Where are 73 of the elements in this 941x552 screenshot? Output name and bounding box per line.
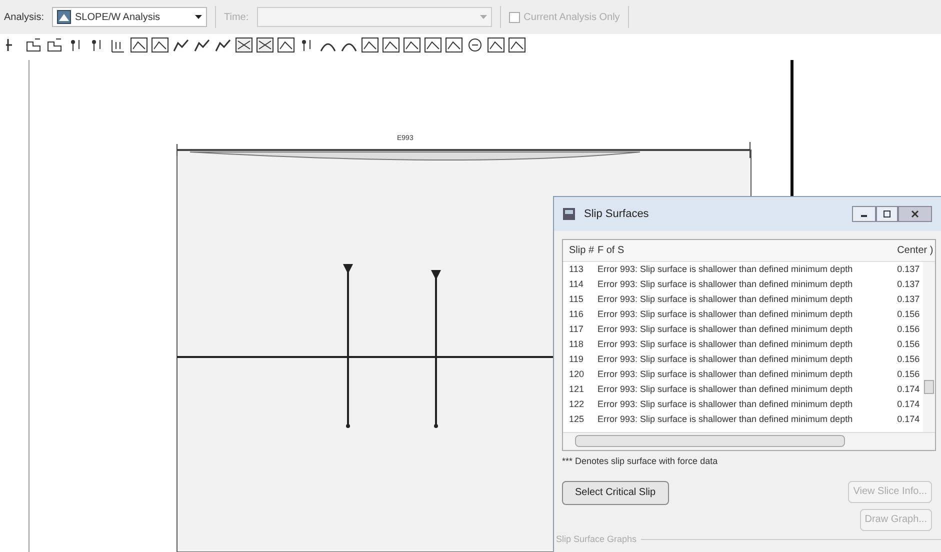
toolbar-tool-icon[interactable] xyxy=(151,37,169,53)
toolbar-tool-icon[interactable] xyxy=(256,37,274,53)
legend-note: *** Denotes slip surface with force data xyxy=(562,455,719,468)
table-cell-text: Error 993: Slip surface is shallower than defined minimum depth xyxy=(597,262,854,276)
table-cell-text: Error 993: Slip surface is shallower than defined minimum depth xyxy=(597,398,854,411)
table-cell-text: 113 xyxy=(569,262,584,276)
window-icon xyxy=(562,207,576,221)
analysis-icon xyxy=(57,10,72,24)
table-cell-text: Error 993: Slip surface is shallower than defined minimum depth xyxy=(597,382,854,396)
table-cell-text: Error 993: Slip surface is shallower than defined minimum depth xyxy=(597,368,854,381)
toolbar-tool-icon[interactable] xyxy=(361,37,379,53)
toolbar-tool-icon[interactable] xyxy=(46,37,64,53)
column-header[interactable]: F of S xyxy=(597,243,898,258)
table-cell-text: Error 993: Slip surface is shallower than defined minimum depth xyxy=(597,352,854,366)
maximize-button[interactable] xyxy=(876,206,898,222)
select-critical-slip-button[interactable]: Select Critical Slip xyxy=(562,480,669,504)
toolbar-tool-icon[interactable] xyxy=(235,37,253,53)
close-icon xyxy=(911,210,919,218)
toolbar-tool-icon[interactable] xyxy=(193,37,211,53)
table-cell-text: 0.156 xyxy=(897,322,921,336)
toolbar-tool-icon[interactable] xyxy=(508,37,526,53)
toolbar-tool-icon[interactable] xyxy=(466,37,484,53)
table-cell-text: 0.137 xyxy=(897,292,921,306)
table-cell-text: 0.174 xyxy=(897,382,921,396)
table-cell-text: 116 xyxy=(569,308,584,321)
toolbar-tool-icon[interactable] xyxy=(445,37,463,53)
time-label: Time: xyxy=(224,10,249,24)
table-cell-text: 0.174 xyxy=(897,412,921,426)
column-header[interactable]: Slip # xyxy=(569,243,598,258)
table-cell-text: 119 xyxy=(569,352,584,366)
toolbar-tool-icon[interactable] xyxy=(424,37,442,53)
table-cell-text: 0.174 xyxy=(897,398,921,411)
table-cell-text: Error 993: Slip surface is shallower than defined minimum depth xyxy=(597,292,854,306)
maximize-icon xyxy=(883,210,891,218)
table-cell-text: 120 xyxy=(569,368,586,381)
minimize-button[interactable] xyxy=(852,206,876,222)
table-cell-text: 118 xyxy=(569,338,584,351)
table-cell-text: 114 xyxy=(569,278,584,291)
table-cell-text: 0.156 xyxy=(897,368,921,381)
toolbar-tool-icon[interactable] xyxy=(109,37,127,53)
close-button[interactable] xyxy=(898,206,932,222)
toolbar-tool-icon[interactable] xyxy=(25,37,43,53)
analysis-label: Analysis: xyxy=(4,10,44,24)
group-label: Slip Surface Graphs xyxy=(556,532,637,546)
vertical-scrollbar[interactable] xyxy=(923,262,935,432)
toolbar-tool-icon[interactable] xyxy=(214,37,232,53)
toolbar-tool-icon[interactable] xyxy=(277,37,295,53)
table-cell-text: 0.137 xyxy=(897,278,921,291)
table-cell-text: 0.156 xyxy=(897,308,921,321)
toolbar-tool-icon[interactable] xyxy=(403,37,421,53)
table-cell-text: Error 993: Slip surface is shallower than defined minimum depth xyxy=(597,412,854,426)
table-cell-text: 115 xyxy=(569,292,584,306)
toolbar-tool-icon[interactable] xyxy=(130,37,148,53)
table-cell-text: 117 xyxy=(569,322,584,336)
table-cell-text: Error 993: Slip surface is shallower than defined minimum depth xyxy=(597,322,854,336)
dropdown-arrow-icon xyxy=(195,15,202,19)
toolbar-tool-icon[interactable] xyxy=(487,37,505,53)
table-cell-text: 0.156 xyxy=(897,352,921,366)
toolbar-tool-icon[interactable] xyxy=(382,37,400,53)
table-cell-text: Error 993: Slip surface is shallower than defined minimum depth xyxy=(597,308,854,321)
table-cell-text: 125 xyxy=(569,412,586,426)
window-title: Slip Surfaces xyxy=(584,206,650,222)
table-cell-text: Error 993: Slip surface is shallower than defined minimum depth xyxy=(597,338,854,351)
analysis-dropdown[interactable]: SLOPE/W Analysis xyxy=(52,7,208,27)
horizontal-scrollbar[interactable] xyxy=(563,432,935,450)
table-cell-text: 121 xyxy=(569,382,586,396)
table-cell-text: Error 993: Slip surface is shallower than defined minimum depth xyxy=(597,278,854,291)
dropdown-arrow-icon xyxy=(480,15,487,19)
column-header[interactable]: Center ) xyxy=(897,243,935,258)
table-cell-text: 122 xyxy=(569,398,586,411)
toolbar-tool-icon[interactable] xyxy=(172,37,190,53)
table-cell-text: 0.156 xyxy=(897,338,921,351)
table-cell-text: 0.137 xyxy=(897,262,921,276)
